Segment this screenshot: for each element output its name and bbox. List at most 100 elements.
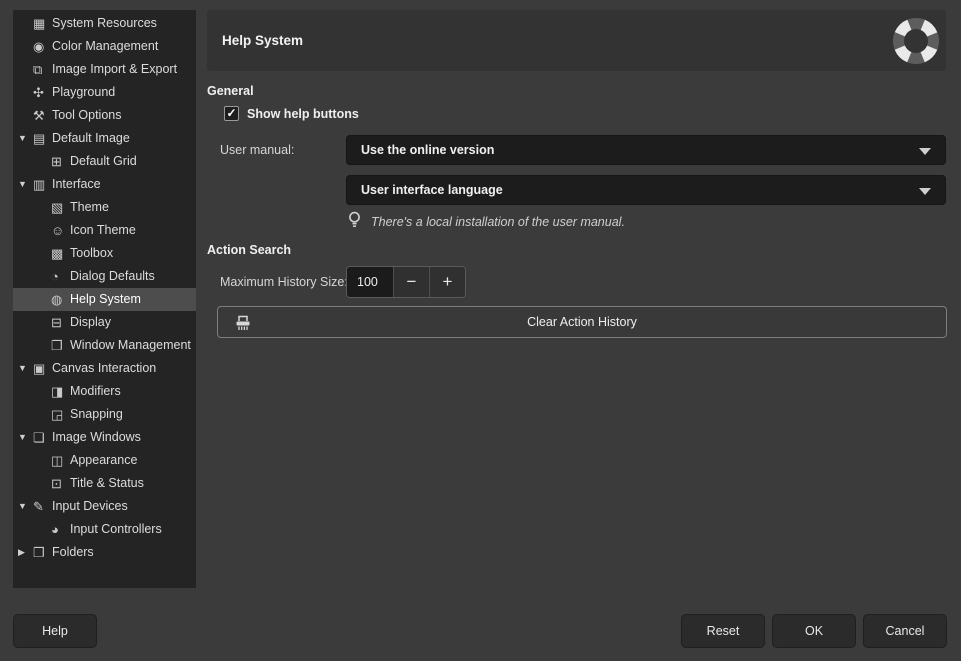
sidebar-item-tool-options[interactable]: ⚒ Tool Options bbox=[13, 104, 196, 127]
sidebar-item-label: Appearance bbox=[70, 449, 137, 472]
gauge-icon: ◔ bbox=[51, 265, 70, 288]
show-help-buttons-label[interactable]: Show help buttons bbox=[247, 107, 359, 121]
smiley-icons-icon: ☺ bbox=[51, 219, 70, 242]
sidebar-item-label: Tool Options bbox=[52, 104, 121, 127]
image-window-icon: ❏ bbox=[33, 426, 52, 449]
sidebar-item-image-windows[interactable]: ▼ ❏ Image Windows bbox=[13, 426, 196, 449]
sidebar-item-appearance[interactable]: ◫ Appearance bbox=[13, 449, 196, 472]
sidebar-item-label: Theme bbox=[70, 196, 109, 219]
chevron-down-icon bbox=[919, 148, 931, 155]
sidebar-item-playground[interactable]: ✣ Playground bbox=[13, 81, 196, 104]
sidebar-item-input-devices[interactable]: ▼ ✎ Input Devices bbox=[13, 495, 196, 518]
sidebar-item-system-resources[interactable]: ▦ System Resources bbox=[13, 12, 196, 35]
sidebar-item-label: Help System bbox=[70, 288, 141, 311]
expander-icon[interactable]: ▼ bbox=[18, 127, 33, 150]
sidebar-item-display[interactable]: ⊟ Display bbox=[13, 311, 196, 334]
sidebar-item-label: Image Windows bbox=[52, 426, 141, 449]
color-circles-icon: ◉ bbox=[33, 35, 52, 58]
sidebar-item-title-status[interactable]: ⊡ Title & Status bbox=[13, 472, 196, 495]
theme-swatches-icon: ▧ bbox=[51, 196, 70, 219]
sidebar-item-label: Folders bbox=[52, 541, 94, 564]
panels-icon: ▥ bbox=[33, 173, 52, 196]
sidebar-item-label: Window Management bbox=[70, 334, 191, 357]
help-button[interactable]: Help bbox=[13, 614, 97, 648]
decrement-button[interactable]: − bbox=[393, 267, 429, 297]
snap-corner-icon: ◲ bbox=[51, 403, 70, 426]
action-search-section-heading: Action Search bbox=[207, 243, 291, 257]
import-export-icon: ⧉ bbox=[33, 58, 52, 81]
titlebar-icon: ⊡ bbox=[51, 472, 70, 495]
sidebar-item-default-grid[interactable]: ⊞ Default Grid bbox=[13, 150, 196, 173]
sidebar-item-theme[interactable]: ▧ Theme bbox=[13, 196, 196, 219]
cancel-button[interactable]: Cancel bbox=[863, 614, 947, 648]
expander-icon[interactable]: ▼ bbox=[18, 357, 33, 380]
sidebar-item-toolbox[interactable]: ▩ Toolbox bbox=[13, 242, 196, 265]
sidebar-item-label: Display bbox=[70, 311, 111, 334]
sidebar-item-icon-theme[interactable]: ☺ Icon Theme bbox=[13, 219, 196, 242]
reset-button[interactable]: Reset bbox=[681, 614, 765, 648]
sidebar-item-label: Default Grid bbox=[70, 150, 137, 173]
user-manual-select[interactable]: Use the online version bbox=[346, 135, 946, 165]
page-header: Help System bbox=[207, 10, 946, 71]
general-section-heading: General bbox=[207, 84, 254, 98]
life-ring-small-icon: ◍ bbox=[51, 288, 70, 311]
manual-language-select[interactable]: User interface language bbox=[346, 175, 946, 205]
sidebar-item-label: Input Controllers bbox=[70, 518, 162, 541]
sidebar-item-label: Icon Theme bbox=[70, 219, 136, 242]
image-star-icon: ▤ bbox=[33, 127, 52, 150]
sidebar-item-default-image[interactable]: ▼ ▤ Default Image bbox=[13, 127, 196, 150]
sidebar-item-folders[interactable]: ▶ ❒ Folders bbox=[13, 541, 196, 564]
manual-hint-row: There's a local installation of the user… bbox=[347, 211, 625, 232]
increment-button[interactable]: + bbox=[429, 267, 465, 297]
user-manual-value: Use the online version bbox=[347, 143, 494, 157]
lightbulb-icon bbox=[347, 211, 362, 232]
clear-action-history-label: Clear Action History bbox=[218, 315, 946, 329]
tablet-pen-icon: ✎ bbox=[33, 495, 52, 518]
sidebar-item-dialog-defaults[interactable]: ◔ Dialog Defaults bbox=[13, 265, 196, 288]
clear-action-history-button[interactable]: Clear Action History bbox=[217, 306, 947, 338]
sidebar-item-image-import-export[interactable]: ⧉ Image Import & Export bbox=[13, 58, 196, 81]
sidebar-item-label: Interface bbox=[52, 173, 101, 196]
grid-icon: ⊞ bbox=[51, 150, 70, 173]
page-title: Help System bbox=[207, 33, 303, 48]
sidebar-item-window-management[interactable]: ❐ Window Management bbox=[13, 334, 196, 357]
sidebar-item-snapping[interactable]: ◲ Snapping bbox=[13, 403, 196, 426]
sidebar-item-label: Title & Status bbox=[70, 472, 144, 495]
canvas-image-icon: ▣ bbox=[33, 357, 52, 380]
sidebar-item-interface[interactable]: ▼ ▥ Interface bbox=[13, 173, 196, 196]
cpu-chip-icon: ▦ bbox=[33, 12, 52, 35]
pinwheel-icon: ✣ bbox=[33, 81, 52, 104]
folders-icon: ❒ bbox=[33, 541, 52, 564]
sidebar-item-help-system[interactable]: ◍ Help System bbox=[13, 288, 196, 311]
ok-button[interactable]: OK bbox=[772, 614, 856, 648]
max-history-size-label: Maximum History Size: bbox=[220, 275, 348, 289]
chevron-down-icon bbox=[919, 188, 931, 195]
sidebar-item-label: Dialog Defaults bbox=[70, 265, 155, 288]
show-help-buttons-row: ✓ Show help buttons bbox=[224, 106, 359, 121]
sidebar-item-label: Image Import & Export bbox=[52, 58, 177, 81]
max-history-size-stepper: 100 − + bbox=[346, 266, 466, 298]
expander-icon[interactable]: ▼ bbox=[18, 173, 33, 196]
preferences-dialog: ▦ System Resources ◉ Color Management ⧉ … bbox=[0, 0, 961, 661]
sidebar-item-label: System Resources bbox=[52, 12, 157, 35]
modifiers-icon: ◨ bbox=[51, 380, 70, 403]
sidebar-item-label: Toolbox bbox=[70, 242, 113, 265]
sidebar-item-label: Playground bbox=[52, 81, 115, 104]
show-help-buttons-checkbox[interactable]: ✓ bbox=[224, 106, 239, 121]
life-ring-icon bbox=[892, 17, 940, 68]
cascade-windows-icon: ❐ bbox=[51, 334, 70, 357]
expander-icon[interactable]: ▼ bbox=[18, 495, 33, 518]
toolbox-icon: ▩ bbox=[51, 242, 70, 265]
controller-dial-icon: ◕ bbox=[51, 518, 70, 541]
sidebar-item-label: Snapping bbox=[70, 403, 123, 426]
sidebar-item-modifiers[interactable]: ◨ Modifiers bbox=[13, 380, 196, 403]
monitor-icon: ⊟ bbox=[51, 311, 70, 334]
expander-icon[interactable]: ▶ bbox=[18, 541, 33, 564]
sidebar-item-canvas-interaction[interactable]: ▼ ▣ Canvas Interaction bbox=[13, 357, 196, 380]
sidebar-item-label: Canvas Interaction bbox=[52, 357, 156, 380]
sidebar-item-label: Color Management bbox=[52, 35, 158, 58]
sidebar-item-color-management[interactable]: ◉ Color Management bbox=[13, 35, 196, 58]
sidebar-item-input-controllers[interactable]: ◕ Input Controllers bbox=[13, 518, 196, 541]
expander-icon[interactable]: ▼ bbox=[18, 426, 33, 449]
max-history-size-value[interactable]: 100 bbox=[347, 267, 393, 297]
